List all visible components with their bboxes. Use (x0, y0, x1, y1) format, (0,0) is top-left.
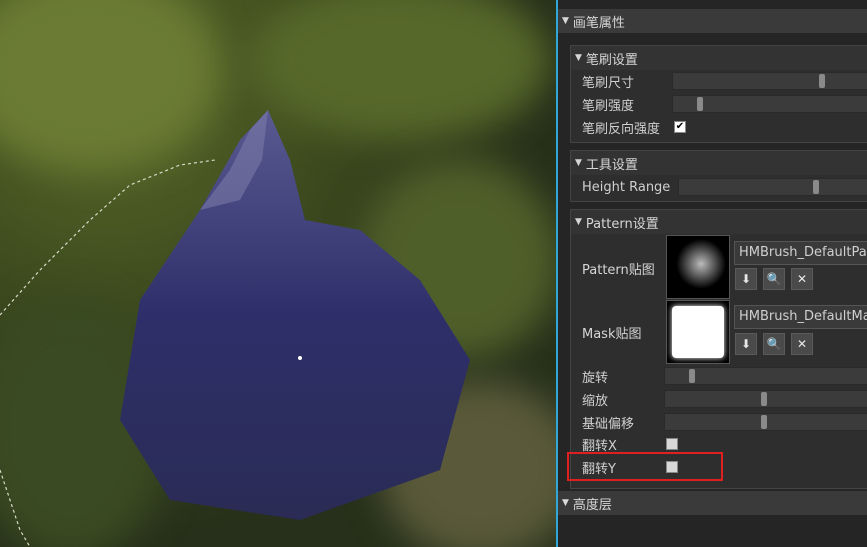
scale-slider[interactable] (664, 390, 867, 408)
chevron-down-icon: ▼ (575, 158, 582, 168)
terrain-viewport[interactable] (0, 0, 556, 547)
brush-size-slider[interactable] (672, 72, 867, 90)
slider-handle[interactable] (697, 97, 703, 111)
pattern-thumbnail[interactable] (666, 235, 730, 299)
brush-strength-row: 笔刷强度 (570, 93, 867, 115)
group-title: Pattern设置 (585, 216, 659, 232)
browse-search-icon[interactable]: 🔍 (763, 268, 785, 290)
pattern-settings-header[interactable]: ▼ Pattern设置 (571, 210, 867, 234)
pattern-asset-name: HMBrush_DefaultPat (734, 241, 867, 265)
base-offset-slider[interactable] (664, 413, 867, 431)
use-selected-arrow-icon[interactable]: ⬇ (735, 268, 757, 290)
mask-thumbnail[interactable] (666, 300, 730, 364)
section-title: 高度层 (572, 497, 612, 513)
chevron-down-icon: ▼ (562, 16, 569, 26)
slider-handle[interactable] (819, 74, 825, 88)
section-title: 画笔属性 (572, 15, 625, 31)
base-offset-row: 基础偏移 (570, 411, 867, 433)
slider-handle[interactable] (813, 180, 819, 194)
mountain-icon (0, 110, 470, 547)
rotate-label: 旋转 (582, 370, 609, 386)
group-title: 工具设置 (585, 157, 638, 173)
brush-size-row: 笔刷尺寸 (570, 70, 867, 92)
pattern-texture-label: Pattern贴图 (582, 263, 655, 278)
tool-settings-header[interactable]: ▼ 工具设置 (571, 151, 867, 175)
brush-reverse-label: 笔刷反向强度 (582, 121, 661, 137)
use-selected-arrow-icon[interactable]: ⬇ (735, 333, 757, 355)
browse-search-icon[interactable]: 🔍 (763, 333, 785, 355)
slider-handle[interactable] (761, 392, 767, 406)
rotate-slider[interactable] (664, 367, 867, 385)
flip-x-checkbox[interactable] (666, 438, 678, 450)
brush-settings-header[interactable]: ▼ 笔刷设置 (571, 46, 867, 70)
brush-size-label: 笔刷尺寸 (582, 75, 635, 91)
flip-x-label: 翻转X (582, 438, 617, 454)
clear-x-icon[interactable]: ✕ (791, 268, 813, 290)
chevron-down-icon: ▼ (562, 498, 569, 508)
clear-x-icon[interactable]: ✕ (791, 333, 813, 355)
rotate-row: 旋转 (570, 365, 867, 387)
brush-reverse-checkbox[interactable]: ✔ (674, 121, 686, 133)
chevron-down-icon: ▼ (575, 217, 582, 227)
base-offset-label: 基础偏移 (582, 416, 635, 432)
slider-handle[interactable] (761, 415, 767, 429)
scale-label: 缩放 (582, 393, 609, 409)
brush-strength-slider[interactable] (672, 95, 867, 113)
height-range-slider[interactable] (678, 178, 867, 196)
mask-asset-name: HMBrush_DefaultMa (734, 305, 867, 329)
brush-strength-label: 笔刷强度 (582, 98, 635, 114)
chevron-down-icon: ▼ (575, 53, 582, 63)
flip-y-highlight-box (567, 452, 723, 481)
scale-row: 缩放 (570, 388, 867, 410)
height-range-row: Height Range (570, 176, 867, 198)
slider-handle[interactable] (689, 369, 695, 383)
brush-reverse-row: 笔刷反向强度 ✔ (570, 116, 867, 138)
group-title: 笔刷设置 (585, 52, 638, 68)
height-layer-header[interactable]: ▼ 高度层 (558, 491, 867, 515)
brush-props-header[interactable]: ▼ 画笔属性 (558, 9, 867, 33)
mask-texture-label: Mask贴图 (582, 327, 642, 342)
height-range-label: Height Range (582, 179, 671, 195)
